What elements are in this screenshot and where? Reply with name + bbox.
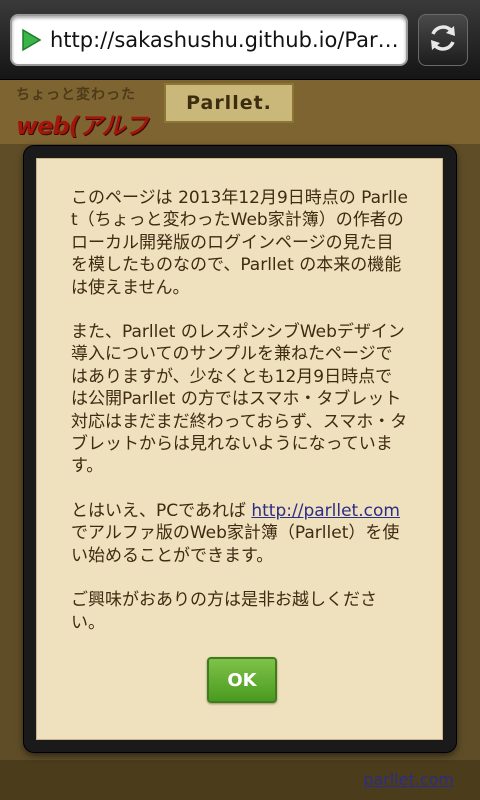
ok-button[interactable]: OK bbox=[207, 657, 277, 703]
notice-text: でアルファ版のWeb家計簿（Parllet）を使い始めることができます。 bbox=[71, 523, 400, 566]
footer: parllet.com bbox=[0, 760, 480, 800]
notice-paragraph-2: また、Parllet のレスポンシブWebデザイン導入についてのサンプルを兼ねた… bbox=[71, 322, 408, 477]
parllet-logo: Parllet. bbox=[164, 83, 294, 123]
notice-paragraph-4: ご興味がおありの方は是非お越しください。 bbox=[71, 590, 377, 633]
notice-text: とはいえ、PCであれば bbox=[71, 500, 252, 521]
notice-paragraph-1: このページは 2013年12月9日時点の Parllet（ちょっと変わったWeb… bbox=[71, 188, 408, 298]
notice-paragraph-3: とはいえ、PCであれば http://parllet.com でアルファ版のWe… bbox=[71, 500, 408, 567]
refresh-icon bbox=[425, 20, 461, 60]
site-logo: ちょっと変わった web(アルファ)版 bbox=[16, 84, 160, 175]
refresh-button[interactable] bbox=[418, 14, 468, 66]
logo-tagline: ちょっと変わった bbox=[16, 87, 136, 103]
url-text: http://sakashushu.github.io/Parllet/ bbox=[50, 28, 406, 52]
play-icon bbox=[12, 16, 50, 64]
parllet-link[interactable]: http://parllet.com bbox=[251, 501, 400, 521]
url-field[interactable]: http://sakashushu.github.io/Parllet/ bbox=[10, 14, 408, 66]
notice-dialog: このページは 2013年12月9日時点の Parllet（ちょっと変わったWeb… bbox=[36, 158, 443, 740]
browser-toolbar: http://sakashushu.github.io/Parllet/ bbox=[0, 0, 480, 80]
footer-link[interactable]: parllet.com bbox=[363, 770, 454, 789]
